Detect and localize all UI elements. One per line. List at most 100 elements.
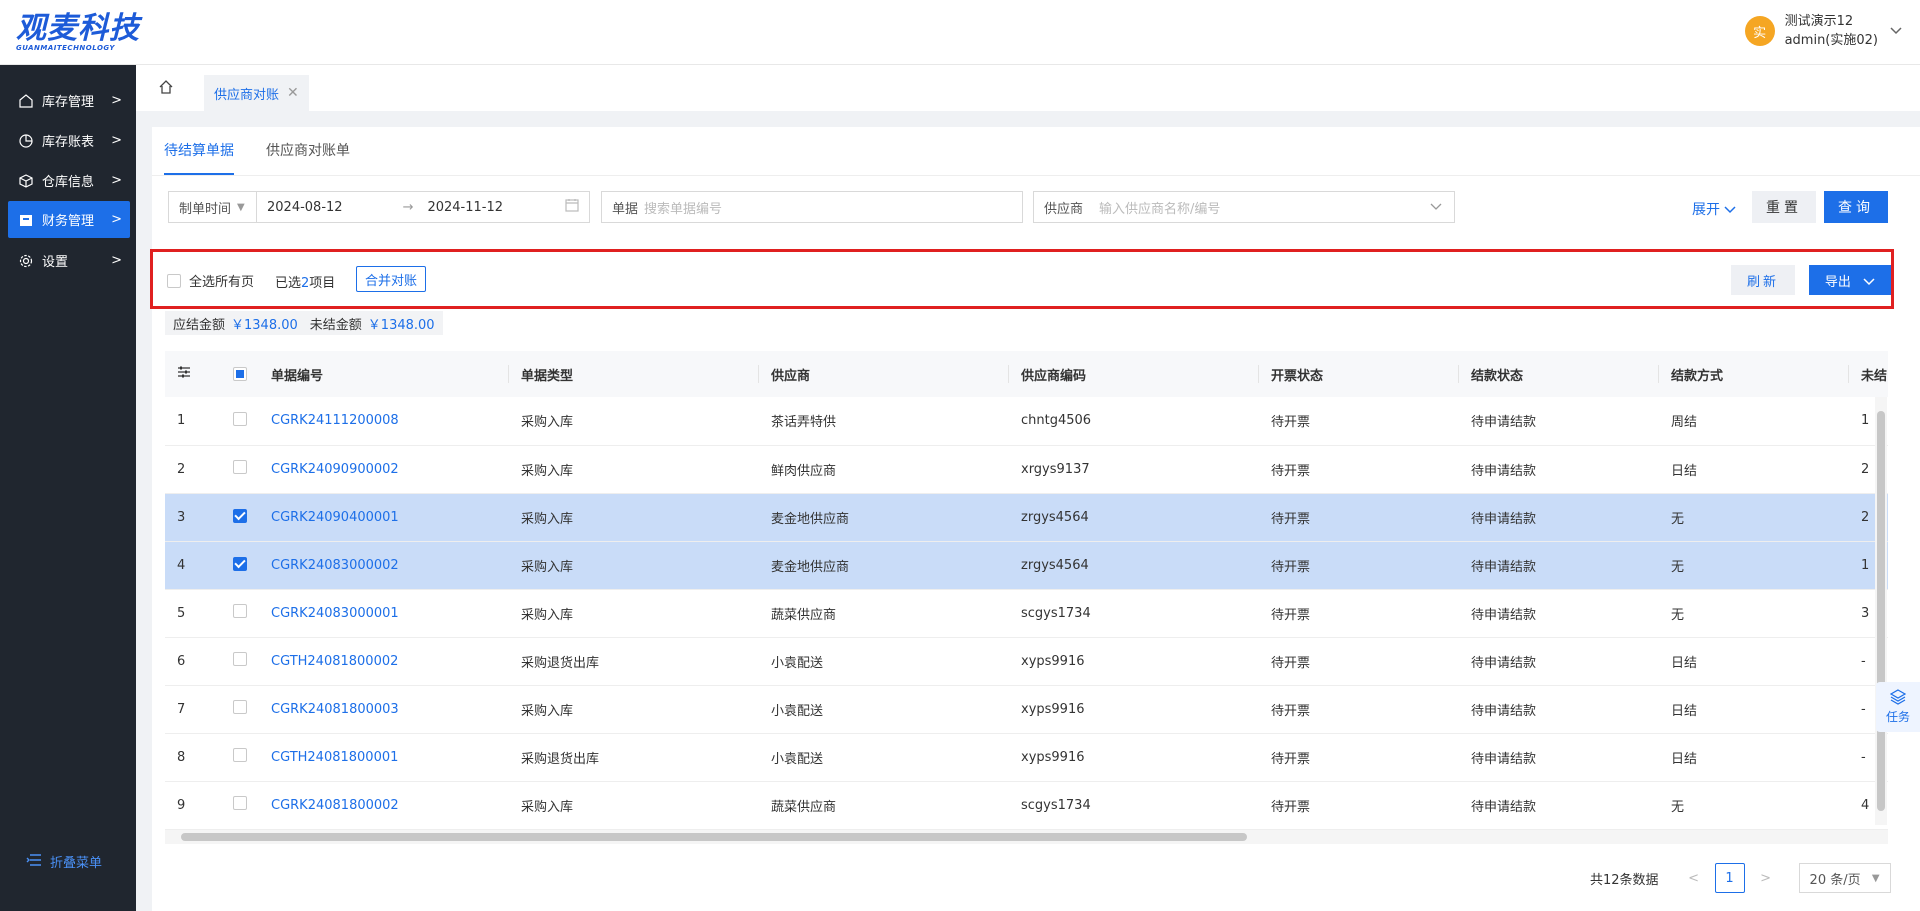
document-code-link[interactable]: CGRK24081800003: [259, 685, 509, 734]
row-index: 6: [165, 637, 221, 686]
date-start-input[interactable]: 2024-08-12: [267, 200, 343, 215]
supplier-code: xyps9916: [1009, 685, 1259, 734]
settle-method: 周结: [1659, 397, 1849, 446]
supplier-input[interactable]: 输入供应商名称/编号: [1099, 198, 1220, 217]
expand-label: 展开: [1692, 202, 1720, 218]
reset-button[interactable]: 重置: [1752, 191, 1816, 223]
table-row-selected[interactable]: 3 CGRK24090400001 采购入库 麦金地供应商 zrgys4564 …: [165, 493, 1888, 542]
close-icon[interactable]: ✕: [287, 85, 299, 101]
document-code-link[interactable]: CGTH24081800002: [259, 637, 509, 686]
amount-summary: 应结金额 ￥1348.00 未结金额 ￥1348.00: [165, 311, 443, 335]
document-type: 采购入库: [509, 781, 759, 830]
selected-prefix: 已选: [275, 276, 302, 291]
date-type-select[interactable]: 制单时间 ▼: [169, 192, 257, 222]
arrow-right-icon: →: [402, 199, 414, 215]
next-page-button[interactable]: >: [1751, 863, 1781, 893]
row-checkbox-cell: [221, 589, 259, 638]
header-checkbox[interactable]: [233, 366, 247, 381]
row-checkbox[interactable]: [233, 748, 247, 762]
chevron-down-icon[interactable]: [1890, 24, 1902, 39]
table-row[interactable]: 5 CGRK24083000001 采购入库 蔬菜供应商 scgys1734 待…: [165, 589, 1888, 638]
table-row[interactable]: 9 CGRK24081800002 采购入库 蔬菜供应商 scgys1734 待…: [165, 781, 1888, 830]
invoice-status: 待开票: [1259, 493, 1459, 542]
column-header-unsettled: 未结: [1849, 351, 1888, 397]
document-code-link[interactable]: CGRK24081800002: [259, 781, 509, 830]
page-1-button[interactable]: 1: [1714, 863, 1745, 893]
settle-status: 待申请结款: [1459, 685, 1659, 734]
unsettled-value: ￥1348.00: [367, 317, 435, 333]
brand-logo[interactable]: 观麦科技 GUANMAITECHNOLOGY: [16, 12, 140, 53]
scrollbar-thumb[interactable]: [1877, 411, 1885, 811]
collapse-icon: [26, 853, 42, 870]
row-checkbox[interactable]: [233, 460, 247, 474]
document-code-link[interactable]: CGRK24083000002: [259, 541, 509, 590]
table-row[interactable]: 2 CGRK24090900002 采购入库 鲜肉供应商 xrgys9137 待…: [165, 445, 1888, 494]
export-button[interactable]: 导出: [1809, 265, 1891, 295]
home-icon: [18, 93, 34, 109]
merge-reconciliation-button[interactable]: 合并对账: [356, 266, 427, 292]
sidebar: 库存管理 > 库存账表 > 仓库信息 > 财务管理 > 设置 > 折叠菜单: [0, 65, 136, 911]
refresh-button[interactable]: 刷新: [1731, 265, 1795, 295]
page-size-select[interactable]: 20 条/页 ▼: [1798, 863, 1891, 893]
column-header-supplier-code: 供应商编码: [1009, 351, 1259, 397]
select-all-checkbox[interactable]: [167, 273, 181, 288]
supplier-select-field[interactable]: 供应商 输入供应商名称/编号: [1033, 191, 1455, 223]
supplier-name: 小袁配送: [759, 733, 1009, 782]
document-code-link[interactable]: CGRK24111200008: [259, 397, 509, 446]
collapse-menu-button[interactable]: 折叠菜单: [26, 852, 102, 871]
chevron-right-icon: >: [111, 133, 122, 148]
tab-pending-documents[interactable]: 待结算单据: [164, 127, 234, 175]
table-row[interactable]: 7 CGRK24081800003 采购入库 小袁配送 xyps9916 待开票…: [165, 685, 1888, 734]
sidebar-item-inventory[interactable]: 库存管理 >: [8, 82, 130, 119]
date-end-input[interactable]: 2024-11-12: [427, 200, 503, 215]
horizontal-scrollbar[interactable]: [165, 830, 1888, 844]
scrollbar-thumb[interactable]: [181, 833, 1247, 841]
user-menu[interactable]: 实 测试演示12 admin(实施02): [1744, 12, 1902, 50]
tab-supplier-statement[interactable]: 供应商对账单: [266, 127, 350, 175]
chevron-down-icon: ▼: [1871, 872, 1880, 884]
query-button[interactable]: 查询: [1824, 191, 1888, 223]
document-type: 采购退货出库: [509, 637, 759, 686]
row-checkbox[interactable]: [233, 509, 247, 523]
document-code-link[interactable]: CGTH24081800001: [259, 733, 509, 782]
table-row[interactable]: 6 CGTH24081800002 采购退货出库 小袁配送 xyps9916 待…: [165, 637, 1888, 686]
settle-method: 日结: [1659, 685, 1849, 734]
settings-sliders-icon[interactable]: [177, 366, 191, 382]
document-code-link[interactable]: CGRK24090900002: [259, 445, 509, 494]
sidebar-item-finance[interactable]: 财务管理 >: [8, 201, 130, 238]
document-code-link[interactable]: CGRK24090400001: [259, 493, 509, 542]
document-search-field[interactable]: 单据 搜索单据编号: [601, 191, 1023, 223]
task-float-button[interactable]: 任务: [1876, 682, 1920, 732]
sidebar-item-settings[interactable]: 设置 >: [8, 242, 130, 279]
settle-status: 待申请结款: [1459, 541, 1659, 590]
sidebar-item-inventory-report[interactable]: 库存账表 >: [8, 122, 130, 159]
select-all-pages[interactable]: 全选所有页: [167, 271, 254, 290]
chevron-right-icon: >: [111, 253, 122, 268]
sidebar-item-label: 财务管理: [42, 214, 95, 229]
document-code-link[interactable]: CGRK24083000001: [259, 589, 509, 638]
row-checkbox[interactable]: [233, 557, 247, 571]
sidebar-item-warehouse[interactable]: 仓库信息 >: [8, 162, 130, 199]
row-checkbox[interactable]: [233, 700, 247, 714]
row-checkbox[interactable]: [233, 411, 247, 426]
supplier-code: zrgys4564: [1009, 493, 1259, 542]
table-row-selected[interactable]: 4 CGRK24083000002 采购入库 麦金地供应商 zrgys4564 …: [165, 541, 1888, 590]
row-checkbox[interactable]: [233, 796, 247, 810]
prev-page-button[interactable]: <: [1679, 863, 1709, 893]
row-checkbox[interactable]: [233, 604, 247, 618]
row-checkbox[interactable]: [233, 652, 247, 666]
chevron-right-icon: >: [111, 173, 122, 188]
column-settings-header[interactable]: [165, 351, 221, 397]
table-row[interactable]: 1 CGRK24111200008 采购入库 茶话弄特供 chntg4506 待…: [165, 397, 1888, 446]
sidebar-item-label: 仓库信息: [42, 175, 95, 190]
table-row[interactable]: 8 CGTH24081800001 采购退货出库 小袁配送 xyps9916 待…: [165, 733, 1888, 782]
calendar-icon[interactable]: [565, 198, 579, 216]
tab-supplier-reconciliation[interactable]: 供应商对账 ✕: [204, 75, 309, 111]
selection-action-bar: 全选所有页 已选2项目 合并对账 刷新 导出: [150, 249, 1894, 309]
supplier-code: xrgys9137: [1009, 445, 1259, 494]
home-tab[interactable]: [152, 75, 180, 103]
document-search-input[interactable]: 搜索单据编号: [644, 198, 722, 217]
vertical-scrollbar[interactable]: [1875, 397, 1887, 825]
expand-filters-link[interactable]: 展开: [1692, 199, 1736, 219]
supplier-code: xyps9916: [1009, 637, 1259, 686]
